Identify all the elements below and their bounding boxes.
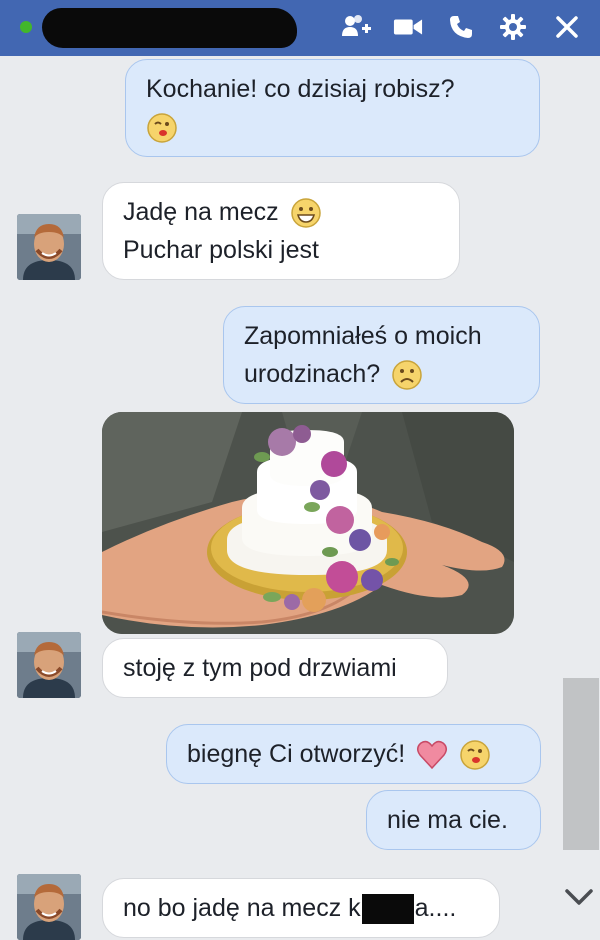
message-bubble-incoming: Jadę na mecz Puchar polski jest: [102, 182, 460, 280]
chat-header: [0, 0, 600, 56]
message-bubble-incoming: no bo jadę na mecz k a....: [102, 878, 500, 938]
redacted-contact-name[interactable]: [42, 8, 297, 48]
kiss-emoji-icon: [460, 740, 490, 771]
chevron-down-icon[interactable]: [562, 880, 596, 914]
message-text: urodzinach?: [244, 360, 381, 388]
online-status-dot: [20, 21, 32, 33]
kiss-emoji-icon: [147, 113, 177, 144]
message-text: biegnę Ci otworzyć!: [187, 740, 406, 768]
message-bubble-incoming: stoję z tym pod drzwiami: [102, 638, 448, 698]
avatar[interactable]: [17, 874, 81, 940]
frown-emoji-icon: [392, 360, 422, 391]
message-bubble-outgoing: biegnę Ci otworzyć!: [166, 724, 541, 784]
message-text: Zapomniałeś o moich: [244, 322, 482, 350]
grin-emoji-icon: [290, 198, 321, 229]
avatar[interactable]: [17, 632, 81, 698]
video-call-icon[interactable]: [393, 12, 423, 42]
message-bubble-outgoing: nie ma cie.: [366, 790, 541, 850]
close-icon[interactable]: [552, 12, 582, 42]
avatar[interactable]: [17, 214, 81, 280]
heart-emoji-icon: [417, 741, 448, 770]
message-text: Kochanie! co dzisiaj robisz?: [146, 75, 455, 103]
message-text: Puchar polski jest: [123, 236, 319, 264]
phone-call-icon[interactable]: [446, 12, 476, 42]
message-text: no bo jadę na mecz k: [123, 894, 361, 922]
redaction-block: [361, 894, 414, 925]
message-text: stoję z tym pod drzwiami: [123, 654, 397, 682]
scrollbar-thumb[interactable]: [563, 678, 599, 850]
message-text: nie ma cie.: [387, 806, 508, 834]
message-text: Jadę na mecz: [123, 198, 279, 226]
message-bubble-outgoing: Kochanie! co dzisiaj robisz?: [125, 59, 540, 157]
message-text: a....: [414, 894, 457, 922]
message-bubble-outgoing: Zapomniałeś o moich urodzinach?: [223, 306, 540, 404]
gear-icon[interactable]: [498, 12, 528, 42]
cake-in-hand-photo[interactable]: [102, 412, 514, 634]
add-people-icon[interactable]: [342, 12, 372, 42]
